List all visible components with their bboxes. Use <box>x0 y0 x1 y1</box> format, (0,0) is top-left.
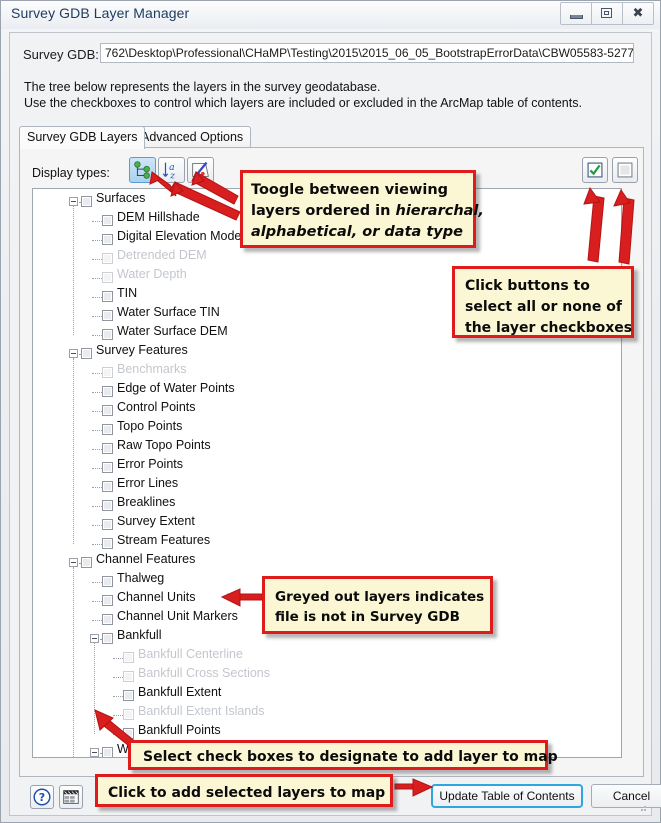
annotation-line: file is not in Survey GDB <box>275 609 460 625</box>
annotation-line: Click to add selected layers to map <box>108 785 386 801</box>
annotation-line: Select check boxes to designate to add l… <box>143 749 558 765</box>
annotation-line: select all or none of <box>465 299 622 315</box>
annotation-select-checkboxes: Select check boxes to designate to add l… <box>128 740 558 770</box>
annotation-line: Greyed out layers indicates <box>275 589 485 605</box>
annotation-line: Click buttons to <box>465 278 590 294</box>
annotation-greyed-out: Greyed out layers indicates file is not … <box>262 576 493 634</box>
annotation-line: Toogle between viewing <box>251 182 449 198</box>
annotation-click-update: Click to add selected layers to map <box>95 774 393 807</box>
app-root: Survey GDB Layer Manager ✖ Survey GDB: 7… <box>0 0 661 823</box>
annotation-line: alphabetical, or data type <box>251 224 463 240</box>
annotation-select-all-none: Click buttons to select all or none of t… <box>452 266 634 338</box>
annotation-line: layers ordered in hierarchal, <box>251 203 484 219</box>
annotation-line: the layer checkboxes <box>465 320 633 336</box>
annotation-arrows <box>94 171 635 797</box>
annotation-toggle-views: Toogle between viewing layers ordered in… <box>240 170 484 248</box>
